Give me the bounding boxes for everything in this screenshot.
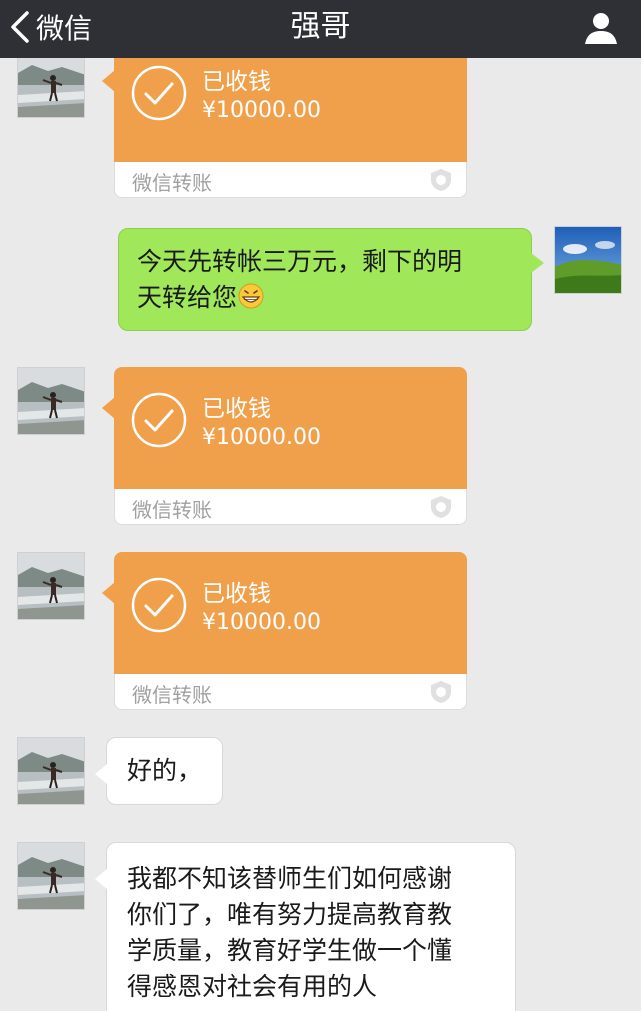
contact-avatar-image	[18, 58, 84, 117]
transfer-amount: ¥10000.00	[202, 98, 321, 123]
message-text-line: 学质量，教育好学生做一个懂	[127, 936, 453, 965]
transfer-status: 已收钱	[202, 396, 271, 422]
grinning-emoji-icon	[238, 283, 264, 309]
contact-avatar-image	[18, 553, 84, 619]
profile-button[interactable]	[581, 8, 621, 48]
transfer-footer-label: 微信转账	[132, 171, 212, 195]
message-text-line: 好的，	[127, 756, 203, 785]
shield-icon	[431, 681, 451, 703]
contact-avatar[interactable]	[17, 367, 85, 435]
back-label: 微信	[36, 12, 93, 45]
back-button[interactable]: 微信	[8, 4, 92, 50]
transfer-footer-label: 微信转账	[132, 498, 212, 522]
message-text-line: 我都不知该替师生们如何感谢	[127, 864, 453, 893]
check-circle-icon	[131, 65, 187, 121]
message-text-line: 今天先转帐三万元，剩下的明	[137, 247, 463, 276]
my-avatar-image	[555, 227, 621, 293]
shield-icon	[431, 169, 451, 191]
contact-avatar[interactable]	[17, 737, 85, 805]
check-circle-icon	[131, 577, 187, 633]
message-text-line: 天转给您	[137, 283, 238, 312]
chat-history[interactable]: 已收钱 ¥10000.00 微信转账 今天先转帐三万元，剩下的明 天转给您 已收…	[0, 58, 641, 1011]
message-text-line: 得感恩对社会有用的人	[127, 972, 378, 1001]
transfer-status: 已收钱	[202, 581, 271, 607]
transfer-card[interactable]: 已收钱 ¥10000.00 微信转账	[102, 58, 467, 198]
contact-avatar-image	[18, 738, 84, 804]
transfer-card[interactable]: 已收钱 ¥10000.00 微信转账	[102, 367, 467, 525]
transfer-footer-label: 微信转账	[132, 683, 212, 707]
sent-message-bubble[interactable]: 今天先转帐三万元，剩下的明 天转给您	[118, 228, 544, 331]
contact-avatar[interactable]	[17, 58, 85, 118]
shield-icon	[431, 496, 451, 518]
contact-avatar-image	[18, 843, 84, 909]
chevron-left-icon	[11, 11, 29, 43]
received-message-bubble[interactable]: 我都不知该替师生们如何感谢 你们了，唯有努力提高教育教 学质量，教育好学生做一个…	[95, 842, 516, 1011]
navigation-bar: 微信 强哥	[0, 0, 641, 58]
transfer-card[interactable]: 已收钱 ¥10000.00 微信转账	[102, 552, 467, 710]
check-circle-icon	[131, 392, 187, 448]
received-message-bubble[interactable]: 好的，	[95, 737, 223, 805]
my-avatar[interactable]	[554, 226, 622, 294]
transfer-amount: ¥10000.00	[202, 425, 321, 450]
page-title: 强哥	[290, 9, 351, 44]
transfer-amount: ¥10000.00	[202, 610, 321, 635]
contact-avatar[interactable]	[17, 552, 85, 620]
contact-avatar-image	[18, 368, 84, 434]
contact-avatar[interactable]	[17, 842, 85, 910]
profile-icon	[585, 13, 617, 44]
message-text-line: 你们了，唯有努力提高教育教	[127, 900, 453, 929]
transfer-status: 已收钱	[202, 69, 271, 95]
